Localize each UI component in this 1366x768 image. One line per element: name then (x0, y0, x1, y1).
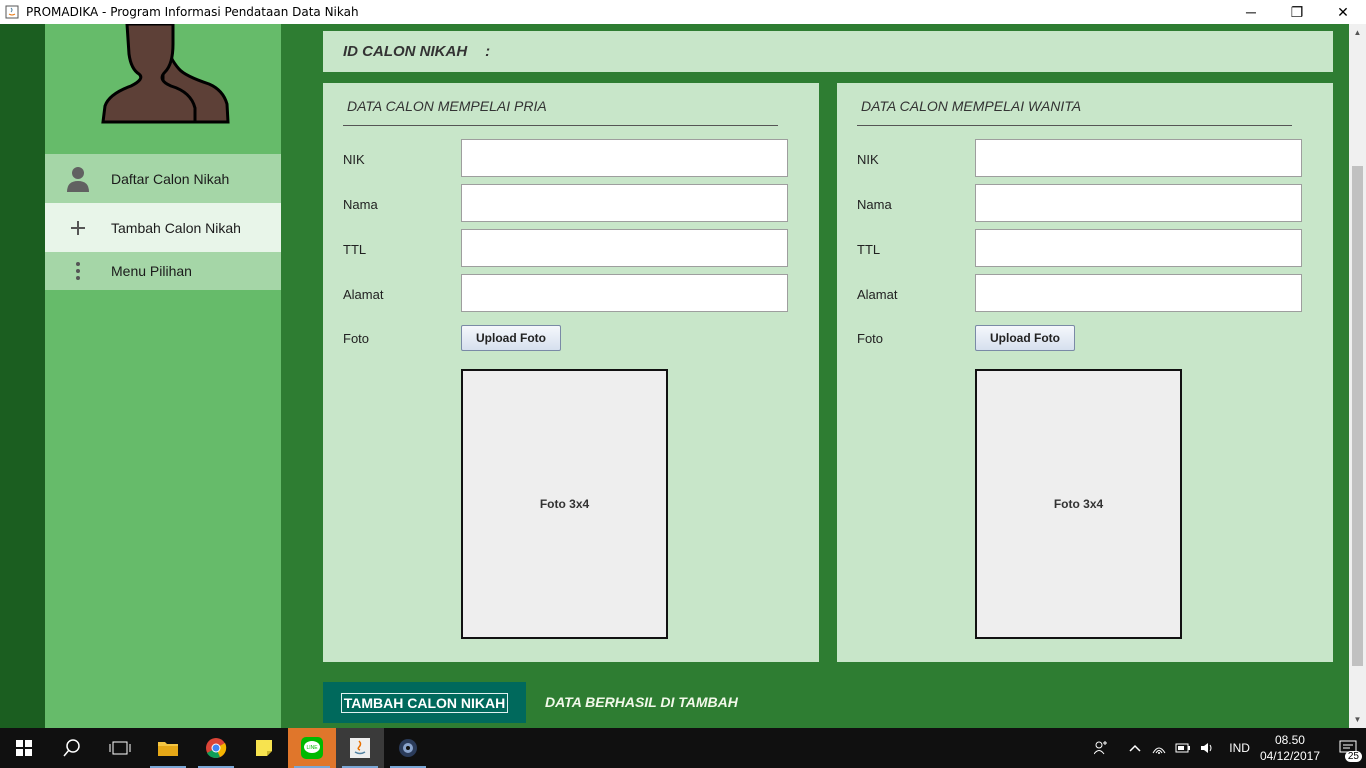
sidebar-item-daftar-calon-nikah[interactable]: Daftar Calon Nikah (45, 154, 281, 203)
wanita-nama-field[interactable] (975, 184, 1302, 222)
scroll-down-arrow-icon[interactable]: ▼ (1349, 711, 1366, 728)
foto-label: Foto (343, 331, 370, 346)
left-strip (0, 24, 45, 728)
pria-photo-preview: Foto 3x4 (461, 369, 668, 639)
id-calon-nikah-panel: ID CALON NIKAH : (323, 31, 1333, 72)
windows-start-icon[interactable] (0, 728, 48, 768)
sidebar-item-label: Menu Pilihan (111, 263, 192, 279)
nama-label: Nama (857, 197, 892, 212)
plus-icon (45, 220, 111, 236)
pria-upload-foto-button[interactable]: Upload Foto (461, 325, 561, 351)
clock-time: 08.50 (1274, 733, 1305, 747)
photo-placeholder-text: Foto 3x4 (539, 497, 590, 511)
ttl-label: TTL (343, 242, 367, 257)
person-icon (45, 166, 111, 192)
sticky-notes-icon[interactable] (240, 728, 288, 768)
nik-label: NIK (343, 152, 365, 167)
clock[interactable]: 08.50 04/12/2017 (1260, 732, 1320, 764)
chrome-icon[interactable] (192, 728, 240, 768)
wifi-icon[interactable] (1147, 742, 1171, 754)
task-view-icon[interactable] (96, 728, 144, 768)
window-title: PROMADIKA - Program Informasi Pendataan … (26, 5, 359, 19)
close-button[interactable]: ✕ (1320, 0, 1366, 24)
sidebar-item-menu-pilihan[interactable]: Menu Pilihan (45, 252, 281, 290)
pria-card: DATA CALON MEMPELAI PRIA NIK Nama TTL Al… (323, 83, 819, 662)
pria-alamat-field[interactable] (461, 274, 788, 312)
clock-date: 04/12/2017 (1259, 749, 1320, 763)
wanita-card: DATA CALON MEMPELAI WANITA NIK Nama TTL … (837, 83, 1333, 662)
pria-ttl-field[interactable] (461, 229, 788, 267)
sidebar-item-tambah-calon-nikah[interactable]: Tambah Calon Nikah (45, 203, 281, 252)
media-app-icon[interactable] (384, 728, 432, 768)
scrollbar-thumb[interactable] (1352, 166, 1363, 666)
nama-label: Nama (343, 197, 378, 212)
wanita-alamat-field[interactable] (975, 274, 1302, 312)
wanita-photo-preview: Foto 3x4 (975, 369, 1182, 639)
line-app-icon[interactable]: LINE (288, 728, 336, 768)
restore-button[interactable]: ❐ (1274, 0, 1320, 24)
divider (343, 125, 778, 126)
window-titlebar: PROMADIKA - Program Informasi Pendataan … (0, 0, 1366, 24)
people-icon[interactable] (1089, 741, 1113, 755)
notification-center-icon[interactable]: 25 (1330, 740, 1366, 762)
divider (857, 125, 1292, 126)
sidebar-item-label: Daftar Calon Nikah (111, 170, 230, 187)
java-taskbar-icon[interactable] (336, 728, 384, 768)
scroll-up-arrow-icon[interactable]: ▲ (1349, 24, 1366, 41)
wanita-title: DATA CALON MEMPELAI WANITA (861, 98, 1082, 114)
minimize-button[interactable]: ─ (1228, 0, 1274, 24)
wanita-ttl-field[interactable] (975, 229, 1302, 267)
chevron-up-icon[interactable] (1123, 744, 1147, 752)
notification-count-badge: 25 (1344, 751, 1362, 762)
wanita-nik-field[interactable] (975, 139, 1302, 177)
pria-nik-field[interactable] (461, 139, 788, 177)
search-icon[interactable] (48, 728, 96, 768)
couple-avatar-icon (45, 22, 281, 154)
file-explorer-icon[interactable] (144, 728, 192, 768)
submit-label: TAMBAH CALON NIKAH (340, 692, 509, 713)
id-colon: : (485, 43, 491, 60)
language-indicator[interactable]: IND (1229, 741, 1250, 755)
foto-label: Foto (857, 331, 884, 346)
alamat-label: Alamat (343, 287, 384, 302)
volume-icon[interactable] (1195, 742, 1219, 754)
more-vertical-icon (45, 261, 111, 281)
sidebar-item-label: Tambah Calon Nikah (111, 219, 241, 236)
alamat-label: Alamat (857, 287, 898, 302)
sidebar: Daftar Calon Nikah Tambah Calon Nikah Me… (45, 22, 281, 728)
svg-text:LINE: LINE (306, 745, 318, 751)
app-window: Daftar Calon Nikah Tambah Calon Nikah Me… (0, 22, 1366, 728)
wanita-upload-foto-button[interactable]: Upload Foto (975, 325, 1075, 351)
battery-icon[interactable] (1171, 743, 1195, 753)
vertical-scrollbar[interactable]: ▲ ▼ (1349, 24, 1366, 728)
system-tray: IND 08.50 04/12/2017 25 (1089, 728, 1366, 768)
pria-title: DATA CALON MEMPELAI PRIA (347, 98, 547, 114)
nik-label: NIK (857, 152, 879, 167)
photo-placeholder-text: Foto 3x4 (1053, 497, 1104, 511)
java-app-icon (4, 4, 20, 20)
status-message: DATA BERHASIL DI TAMBAH (545, 694, 738, 710)
ttl-label: TTL (857, 242, 881, 257)
id-calon-nikah-label: ID CALON NIKAH (343, 43, 468, 60)
pria-nama-field[interactable] (461, 184, 788, 222)
tambah-calon-nikah-button[interactable]: TAMBAH CALON NIKAH (323, 682, 526, 723)
taskbar: LINE IND 08.50 04/12/2017 25 (0, 728, 1366, 768)
